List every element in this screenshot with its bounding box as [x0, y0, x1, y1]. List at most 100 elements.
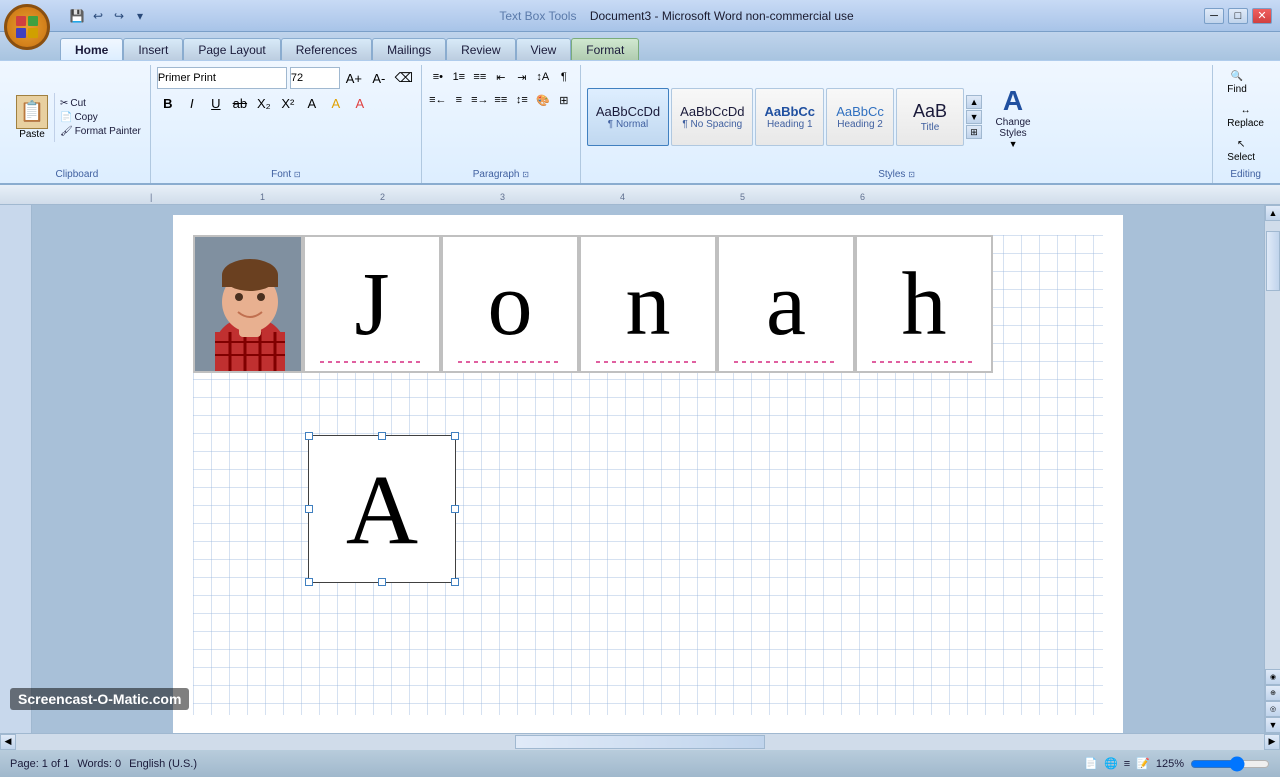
- shrink-font-button[interactable]: A-: [368, 67, 390, 89]
- underline-button[interactable]: U: [205, 92, 227, 114]
- handle-mid-right[interactable]: [451, 505, 459, 513]
- style-heading1-preview: AaBbCc: [764, 104, 815, 119]
- minimize-button[interactable]: ─: [1204, 8, 1224, 24]
- numbering-button[interactable]: 1≡: [449, 67, 469, 87]
- font-name-input[interactable]: [157, 67, 287, 89]
- name-row: J o n a h: [193, 235, 1103, 373]
- font-size-input[interactable]: [290, 67, 340, 89]
- scroll-right-button[interactable]: ▶: [1264, 734, 1280, 750]
- strikethrough-button[interactable]: ab: [229, 92, 251, 114]
- undo-icon[interactable]: ↩: [89, 7, 107, 25]
- decrease-indent-button[interactable]: ⇤: [491, 67, 511, 87]
- align-left-button[interactable]: ≡←: [428, 90, 448, 110]
- show-marks-button[interactable]: ¶: [554, 67, 574, 87]
- editing-label[interactable]: Editing: [1219, 167, 1272, 183]
- tab-review[interactable]: Review: [446, 38, 515, 60]
- office-button[interactable]: [4, 4, 50, 50]
- style-heading1-label: Heading 1: [767, 119, 813, 130]
- close-button[interactable]: ✕: [1252, 8, 1272, 24]
- multilevel-button[interactable]: ≡≡: [470, 67, 490, 87]
- tab-home[interactable]: Home: [60, 38, 123, 60]
- increase-indent-button[interactable]: ⇥: [512, 67, 532, 87]
- h-scroll-track[interactable]: [16, 734, 1264, 750]
- handle-top-center[interactable]: [378, 432, 386, 440]
- subscript-button[interactable]: X₂: [253, 92, 275, 114]
- paragraph-label[interactable]: Paragraph ⊡: [428, 167, 574, 183]
- document-area[interactable]: J o n a h A: [32, 205, 1264, 733]
- handle-bot-right[interactable]: [451, 578, 459, 586]
- scroll-left-button[interactable]: ◀: [0, 734, 16, 750]
- scroll-up-button[interactable]: ▲: [1265, 205, 1280, 221]
- shading-button[interactable]: 🎨: [533, 90, 553, 110]
- zoom-slider[interactable]: [1190, 756, 1270, 772]
- handle-mid-left[interactable]: [305, 505, 313, 513]
- tab-references[interactable]: References: [281, 38, 372, 60]
- handle-top-left[interactable]: [305, 432, 313, 440]
- tab-page-layout[interactable]: Page Layout: [183, 38, 280, 60]
- more-icon[interactable]: ▾: [131, 7, 149, 25]
- tab-format[interactable]: Format: [571, 38, 639, 60]
- clear-format-button[interactable]: ⌫: [393, 67, 415, 89]
- styles-label[interactable]: Styles ⊡: [587, 167, 1206, 183]
- tab-bar: Home Insert Page Layout References Maili…: [0, 32, 1280, 60]
- scroll-center-button[interactable]: ⊕: [1265, 685, 1280, 701]
- paragraph-group: ≡• 1≡ ≡≡ ⇤ ⇥ ↕A ¶ ≡← ≡ ≡→ ≡≡ ↕≡ 🎨 ⊞: [422, 65, 581, 183]
- align-right-button[interactable]: ≡→: [470, 90, 490, 110]
- bold-button[interactable]: B: [157, 92, 179, 114]
- align-center-button[interactable]: ≡: [449, 90, 469, 110]
- grow-font-button[interactable]: A+: [343, 67, 365, 89]
- tab-insert[interactable]: Insert: [123, 38, 183, 60]
- word-count: Words: 0: [77, 758, 121, 770]
- h-scroll-thumb[interactable]: [515, 735, 765, 749]
- handle-bot-center[interactable]: [378, 578, 386, 586]
- view-draft-icon[interactable]: 📝: [1136, 757, 1150, 770]
- font-color-button[interactable]: A: [349, 92, 371, 114]
- style-normal[interactable]: AaBbCcDd ¶ Normal: [587, 88, 669, 146]
- clipboard-label[interactable]: Clipboard: [10, 167, 144, 183]
- scroll-page-down-button[interactable]: ◎: [1265, 701, 1280, 717]
- paste-button[interactable]: 📋 Paste: [10, 93, 55, 142]
- bullets-button[interactable]: ≡•: [428, 67, 448, 87]
- styles-scroll-down[interactable]: ▼: [966, 110, 982, 124]
- scroll-page-up-button[interactable]: ◉: [1265, 669, 1280, 685]
- styles-scroll-more[interactable]: ⊞: [966, 125, 982, 139]
- line-spacing-button[interactable]: ↕≡: [512, 90, 532, 110]
- handle-bot-left[interactable]: [305, 578, 313, 586]
- scroll-down-button[interactable]: ▼: [1265, 717, 1280, 733]
- view-web-icon[interactable]: 🌐: [1104, 757, 1118, 770]
- style-no-spacing[interactable]: AaBbCcDd ¶ No Spacing: [671, 88, 753, 146]
- view-normal-icon[interactable]: 📄: [1084, 757, 1098, 770]
- scroll-thumb[interactable]: [1266, 231, 1280, 291]
- style-heading2[interactable]: AaBbCc Heading 2: [826, 88, 894, 146]
- page-content[interactable]: J o n a h A: [193, 235, 1103, 715]
- highlight-button[interactable]: A: [325, 92, 347, 114]
- superscript-button[interactable]: X²: [277, 92, 299, 114]
- italic-button[interactable]: I: [181, 92, 203, 114]
- justify-button[interactable]: ≡≡: [491, 90, 511, 110]
- cut-button[interactable]: ✂ Cut: [57, 97, 144, 110]
- scroll-track[interactable]: [1265, 221, 1280, 669]
- selected-text-box[interactable]: A: [308, 435, 456, 583]
- style-heading2-preview: AaBbCc: [836, 104, 884, 119]
- tab-view[interactable]: View: [516, 38, 572, 60]
- change-styles-button[interactable]: A Change Styles ▼: [984, 81, 1042, 153]
- replace-button[interactable]: ↔ Replace: [1219, 101, 1272, 133]
- text-effects-button[interactable]: A: [301, 92, 323, 114]
- styles-scroll[interactable]: ▲ ▼ ⊞: [966, 95, 982, 139]
- style-title[interactable]: AaB Title: [896, 88, 964, 146]
- view-outline-icon[interactable]: ≡: [1124, 758, 1130, 770]
- font-label[interactable]: Font ⊡: [157, 167, 415, 183]
- tab-mailings[interactable]: Mailings: [372, 38, 446, 60]
- copy-button[interactable]: 📄 Copy: [57, 111, 144, 124]
- undo-arrow-icon[interactable]: ↪: [110, 7, 128, 25]
- format-painter-button[interactable]: 🖌 Format Painter: [57, 125, 144, 138]
- styles-scroll-up[interactable]: ▲: [966, 95, 982, 109]
- save-icon[interactable]: 💾: [68, 7, 86, 25]
- handle-top-right[interactable]: [451, 432, 459, 440]
- sort-button[interactable]: ↕A: [533, 67, 553, 87]
- select-button[interactable]: ↖ Select: [1219, 135, 1263, 167]
- borders-button[interactable]: ⊞: [554, 90, 574, 110]
- find-button[interactable]: 🔍 Find: [1219, 67, 1254, 99]
- style-heading1[interactable]: AaBbCc Heading 1: [755, 88, 824, 146]
- maximize-button[interactable]: □: [1228, 8, 1248, 24]
